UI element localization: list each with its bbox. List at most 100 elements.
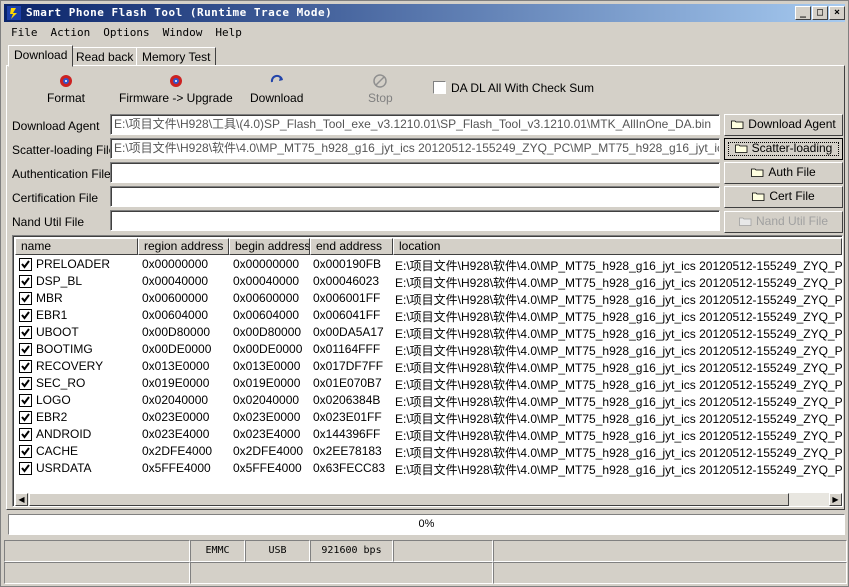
download-button[interactable]: Download — [250, 73, 303, 105]
column-region-address[interactable]: region address — [138, 238, 229, 255]
cell-name: UBOOT — [36, 325, 79, 339]
progress-bar: 0% — [8, 514, 845, 535]
table-row[interactable]: BOOTIMG 0x00DE0000 0x00DE0000 0x01164FFF E:\… — [15, 341, 842, 358]
title-bar[interactable]: Smart Phone Flash Tool (Runtime Trace Mo… — [4, 4, 845, 22]
flash-tool-app-icon — [7, 6, 21, 20]
row-checkbox[interactable] — [19, 462, 32, 475]
column-name[interactable]: name — [15, 238, 138, 255]
tab-memory-test[interactable]: Memory Test — [136, 47, 217, 66]
menu-action[interactable]: Action — [44, 24, 97, 39]
cell-name: SEC_RO — [36, 376, 86, 390]
scatter-loading-field[interactable]: E:\项目文件\H928\软件\4.0\MP_MT75_h928_g16_jyt… — [110, 138, 720, 159]
da-checksum-checkbox[interactable]: DA DL All With Check Sum — [433, 81, 594, 95]
cell-end: 0x006041FF — [313, 308, 381, 322]
row-checkbox[interactable] — [19, 275, 32, 288]
row-checkbox[interactable] — [19, 360, 32, 373]
cell-name: ANDROID — [36, 427, 92, 441]
tab-download[interactable]: Download — [8, 45, 74, 67]
cert-file-button[interactable]: Cert File — [724, 186, 843, 208]
table-row[interactable]: RECOVERY 0x013E0000 0x013E0000 0x017DF7FF E:… — [15, 358, 842, 375]
row-checkbox[interactable] — [19, 326, 32, 339]
row-checkbox[interactable] — [19, 428, 32, 441]
scatter-loading-button[interactable]: Scatter-loading — [724, 138, 843, 160]
row-checkbox[interactable] — [19, 343, 32, 356]
close-button[interactable]: × — [829, 6, 845, 20]
cell-begin: 0x00D80000 — [233, 325, 302, 339]
table-row[interactable]: EBR1 0x00604000 0x00604000 0x006041FF E:\项目文… — [15, 307, 842, 324]
status-bar-lower — [4, 562, 847, 584]
menu-help[interactable]: Help — [208, 24, 248, 39]
cell-region: 0x013E0000 — [142, 359, 210, 373]
nand-util-file-button[interactable]: Nand Util File — [724, 211, 843, 233]
row-checkbox[interactable] — [19, 292, 32, 305]
table-row[interactable]: EBR2 0x023E0000 0x023E0000 0x023E01FF E:\项目文… — [15, 409, 842, 426]
scroll-left-button[interactable]: ◀ — [15, 493, 28, 506]
row-checkbox[interactable] — [19, 258, 32, 271]
cell-end: 0x000190FB — [313, 257, 382, 271]
folder-icon — [752, 192, 765, 201]
format-button[interactable]: Format — [47, 73, 85, 105]
row-checkbox[interactable] — [19, 394, 32, 407]
arrow-left-icon: ◀ — [18, 495, 25, 504]
certification-file-field[interactable] — [110, 186, 720, 207]
cell-name: PRELOADER — [36, 257, 111, 271]
menu-file[interactable]: File — [4, 24, 44, 39]
flash-tool-window: Smart Phone Flash Tool (Runtime Trace Mo… — [0, 0, 849, 587]
table-row[interactable]: MBR 0x00600000 0x00600000 0x006001FF E:\项目文件… — [15, 290, 842, 307]
cell-end: 0x0206384B — [313, 393, 381, 407]
download-agent-field[interactable]: E:\项目文件\H928\工具\(4.0)SP_Flash_Tool_exe_v… — [110, 114, 720, 135]
column-begin-address[interactable]: begin address — [229, 238, 310, 255]
row-checkbox[interactable] — [19, 411, 32, 424]
cell-begin: 0x019E0000 — [233, 376, 301, 390]
horizontal-scrollbar[interactable]: ◀ ▶ — [15, 493, 842, 506]
row-checkbox[interactable] — [19, 445, 32, 458]
table-row[interactable]: LOGO 0x02040000 0x02040000 0x0206384B E:\项目文… — [15, 392, 842, 409]
firmware-upgrade-button[interactable]: Firmware -> Upgrade — [119, 73, 233, 105]
status-bar: EMMC USB 921600 bps — [4, 540, 847, 562]
table-row[interactable]: DSP_BL 0x00040000 0x00040000 0x00046023 E:\项… — [15, 273, 842, 290]
row-checkbox[interactable] — [19, 377, 32, 390]
stop-button[interactable]: Stop — [368, 73, 393, 105]
table-row[interactable]: USRDATA 0x5FFE4000 0x5FFE4000 0x63FECC83 E:\… — [15, 460, 842, 477]
nand-util-file-field[interactable] — [110, 210, 720, 231]
download-agent-button[interactable]: Download Agent — [724, 114, 843, 136]
scroll-right-button[interactable]: ▶ — [829, 493, 842, 506]
table-row[interactable]: CACHE 0x2DFE4000 0x2DFE4000 0x2EE78183 E:\项目… — [15, 443, 842, 460]
scroll-thumb[interactable] — [29, 493, 789, 506]
tab-read-back[interactable]: Read back — [70, 47, 140, 66]
stop-label: Stop — [368, 91, 393, 105]
cell-region: 0x00DE0000 — [142, 342, 212, 356]
status-lower-1 — [4, 562, 190, 584]
status-lower-2 — [190, 562, 493, 584]
authentication-file-label: Authentication File — [12, 167, 111, 181]
row-checkbox[interactable] — [19, 309, 32, 322]
column-end-address[interactable]: end address — [310, 238, 393, 255]
cell-begin: 0x00040000 — [233, 274, 300, 288]
cell-name: BOOTIMG — [36, 342, 93, 356]
table-row[interactable]: UBOOT 0x00D80000 0x00D80000 0x00DA5A17 E:\项目… — [15, 324, 842, 341]
menu-options[interactable]: Options — [96, 24, 155, 39]
table-row[interactable]: SEC_RO 0x019E0000 0x019E0000 0x01E070B7 E:\项… — [15, 375, 842, 392]
column-location[interactable]: location — [393, 238, 842, 255]
minimize-button[interactable]: _ — [795, 6, 811, 20]
cell-location: E:\项目文件\H928\软件\4.0\MP_MT75_h928_g16_jyt… — [395, 463, 842, 477]
cell-region: 0x00600000 — [142, 291, 209, 305]
auth-file-button[interactable]: Auth File — [724, 162, 843, 184]
table-row[interactable]: ANDROID 0x023E4000 0x023E4000 0x144396FF E:\… — [15, 426, 842, 443]
cell-region: 0x02040000 — [142, 393, 209, 407]
cell-begin: 0x02040000 — [233, 393, 300, 407]
authentication-file-field[interactable] — [110, 162, 720, 183]
menu-window[interactable]: Window — [156, 24, 209, 39]
partition-list[interactable]: name region address begin address end ad… — [12, 235, 843, 507]
table-row[interactable]: PRELOADER 0x00000000 0x00000000 0x000190FB E… — [15, 256, 842, 273]
format-label: Format — [47, 91, 86, 105]
maximize-button[interactable]: □ — [812, 6, 828, 20]
cell-location: E:\项目文件\H928\软件\4.0\MP_MT75_h928_g16_jyt… — [395, 378, 842, 392]
cell-begin: 0x023E0000 — [233, 410, 301, 424]
checkbox-box[interactable] — [433, 81, 446, 94]
cell-begin: 0x5FFE4000 — [233, 461, 302, 475]
checkmark-icon — [21, 413, 30, 422]
checkmark-icon — [21, 311, 30, 320]
status-lower-3 — [493, 562, 847, 584]
cell-name: CACHE — [36, 444, 79, 458]
